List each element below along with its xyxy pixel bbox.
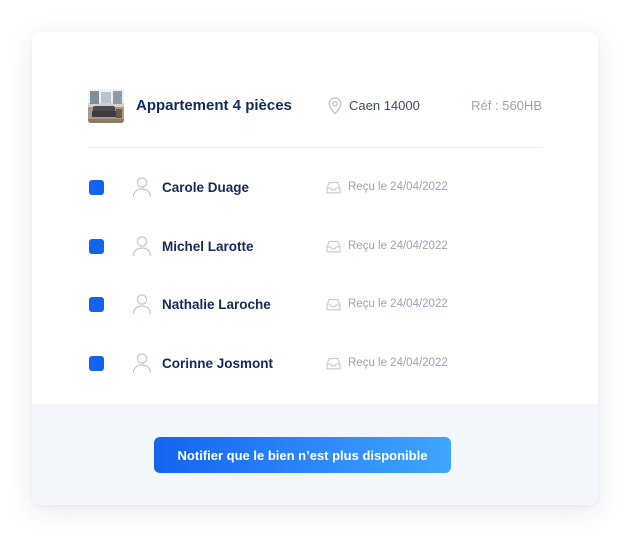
- inbox-icon: [326, 357, 341, 370]
- applicant-checkbox[interactable]: [89, 238, 104, 254]
- card-footer: Notifier que le bien n’est plus disponib…: [32, 404, 598, 505]
- applicant-name[interactable]: Corinne Josmont: [162, 356, 273, 371]
- notify-unavailable-button[interactable]: Notifier que le bien n’est plus disponib…: [154, 437, 451, 473]
- apartment-photo-icon: [88, 89, 124, 123]
- received-date: Reçu le 24/04/2022: [348, 298, 448, 311]
- received-date: Reçu le 24/04/2022: [348, 239, 448, 252]
- applicant-name[interactable]: Nathalie Laroche: [162, 297, 271, 312]
- user-icon: [132, 235, 152, 256]
- inbox-icon: [326, 240, 341, 252]
- applicant-checkbox[interactable]: [89, 355, 104, 371]
- property-title: Appartement 4 pièces: [136, 97, 292, 114]
- property-header: Appartement 4 pièces Caen 14000 Réf : 56…: [88, 87, 542, 125]
- applicant-name[interactable]: Carole Duage: [162, 180, 249, 195]
- user-icon: [132, 177, 152, 198]
- applicant-name[interactable]: Michel Larotte: [162, 239, 254, 254]
- user-icon: [132, 353, 152, 373]
- property-location: Caen 14000: [349, 98, 420, 113]
- list-item: Carole Duage Reçu le 24/04/2022: [88, 167, 542, 226]
- applicant-checkbox[interactable]: [89, 297, 104, 313]
- list-item: Nathalie Laroche Reçu le 24/04/2022: [88, 284, 542, 343]
- list-item: Michel Larotte Reçu le 24/04/2022: [88, 226, 542, 285]
- map-pin-icon: [328, 97, 342, 115]
- received-date: Reçu le 24/04/2022: [348, 356, 448, 369]
- applicant-list: Carole Duage Reçu le 24/04/2022 Michel L…: [88, 167, 542, 401]
- list-item: Corinne Josmont Reçu le 24/04/2022: [88, 343, 542, 402]
- user-icon: [132, 294, 152, 315]
- property-reference: Réf : 560HB: [471, 98, 542, 113]
- header-divider: [88, 147, 542, 148]
- inbox-icon: [326, 299, 341, 311]
- applicant-checkbox[interactable]: [89, 180, 104, 195]
- property-card: Appartement 4 pièces Caen 14000 Réf : 56…: [32, 32, 598, 505]
- property-thumbnail: [88, 89, 124, 123]
- received-date: Reçu le 24/04/2022: [348, 181, 448, 193]
- inbox-icon: [326, 181, 341, 194]
